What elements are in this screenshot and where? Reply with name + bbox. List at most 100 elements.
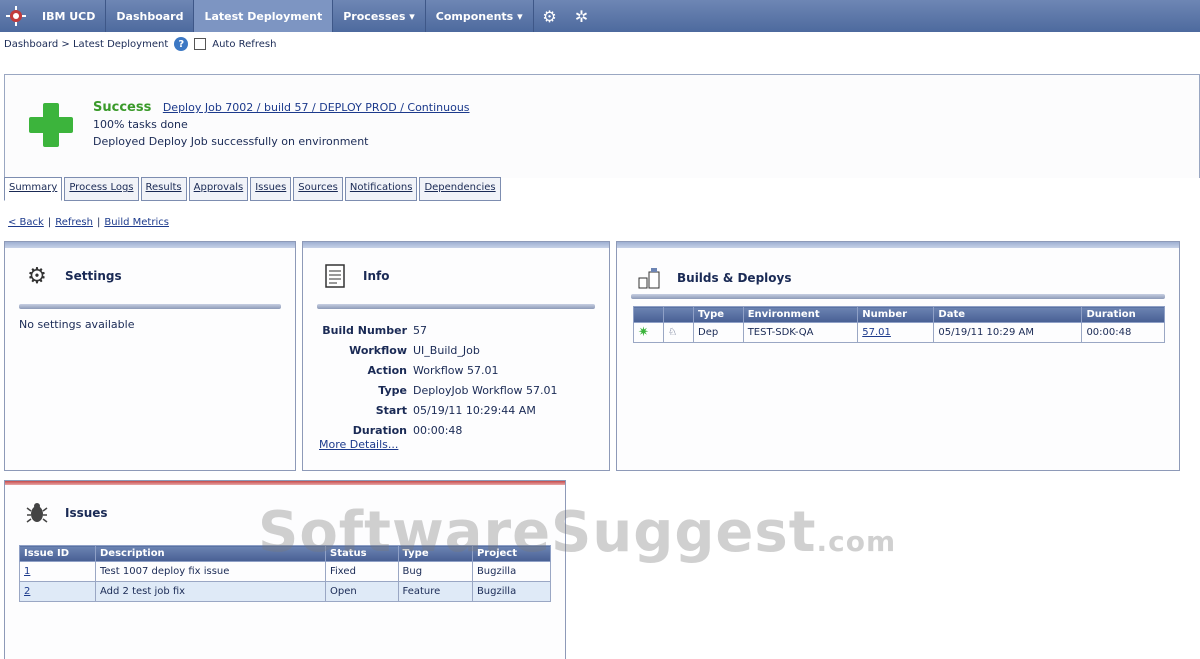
settings-title: Settings xyxy=(65,269,122,283)
info-key: Action xyxy=(367,363,407,377)
table-row[interactable]: ✷ ♘ Dep TEST-SDK-QA 57.01 05/19/11 10:29… xyxy=(633,322,1165,343)
nav-item-dashboard[interactable]: Dashboard xyxy=(106,0,195,32)
tab-results[interactable]: Results xyxy=(140,177,187,201)
build-number[interactable]: 57.01 xyxy=(857,322,935,343)
auto-refresh-checkbox[interactable] xyxy=(194,38,207,50)
info-title: Info xyxy=(363,269,390,283)
status-title: Success xyxy=(93,100,152,115)
nav-item-components[interactable]: Components ▾ xyxy=(426,0,534,32)
watermark-domain: .com xyxy=(816,525,897,558)
info-value: 57 xyxy=(413,323,427,337)
builds-table: Type Environment Number Date Duration ✷ … xyxy=(633,306,1165,343)
settings-portlet: ⚙ Settings No settings available xyxy=(4,241,296,471)
column-header xyxy=(633,306,664,323)
nav-item-home[interactable]: IBM UCD xyxy=(32,0,107,32)
deploy-icon: ♘ xyxy=(663,322,694,343)
watermark-text: SoftwareSuggest xyxy=(258,500,817,565)
bug-icon xyxy=(23,499,51,527)
nav-item-label: Dashboard xyxy=(116,9,184,23)
info-table: Build Number 57 Workflow UI_Build_Job Acti… xyxy=(317,320,563,440)
info-value: DeployJob Workflow 57.01 xyxy=(413,383,558,397)
info-value: 05/19/11 10:29:44 AM xyxy=(413,403,536,417)
tab-issues[interactable]: Issues xyxy=(250,177,292,201)
more-details-link[interactable]: More Details... xyxy=(319,438,398,451)
info-row: Build Number 57 xyxy=(317,320,563,340)
info-row: Type DeployJob Workflow 57.01 xyxy=(317,380,563,400)
build-type: Dep xyxy=(693,322,744,343)
issue-status: Open xyxy=(325,581,399,602)
info-value: Workflow 57.01 xyxy=(413,363,499,377)
column-header[interactable]: Duration xyxy=(1081,306,1165,323)
build-environment: TEST-SDK-QA xyxy=(742,322,859,343)
tab-sources[interactable]: Sources xyxy=(293,177,343,201)
issue-id[interactable]: 2 xyxy=(19,581,96,602)
chevron-down-icon: ▾ xyxy=(409,9,415,23)
nav-item-latest-deployment[interactable]: Latest Deployment xyxy=(194,0,334,32)
help-icon[interactable]: ✲ xyxy=(566,0,598,32)
info-value: UI_Build_Job xyxy=(413,343,480,357)
status-star-icon: ✷ xyxy=(633,322,664,343)
settings-empty-text: No settings available xyxy=(19,318,135,331)
chevron-down-icon: ▾ xyxy=(517,9,523,23)
info-key: Build Number xyxy=(322,323,407,337)
tab-summary[interactable]: Summary xyxy=(4,177,63,201)
issue-id[interactable]: 1 xyxy=(19,561,96,582)
info-row: Duration 00:00:48 xyxy=(317,420,563,440)
nav-item-label: Latest Deployment xyxy=(204,9,323,23)
column-header[interactable]: Date xyxy=(933,306,1083,323)
column-header xyxy=(663,306,694,323)
tab-approvals[interactable]: Approvals xyxy=(188,177,249,201)
column-header[interactable]: Environment xyxy=(742,306,859,323)
status-progress-text: 100% tasks done xyxy=(93,118,188,131)
info-value: 00:00:48 xyxy=(413,423,463,437)
issue-type: Feature xyxy=(397,581,473,602)
nav-item-label: Processes xyxy=(343,9,406,23)
nav-item-processes[interactable]: Processes ▾ xyxy=(333,0,426,32)
tab-bar: Summary Process Logs Results Approvals I… xyxy=(4,177,501,201)
tab-dependencies[interactable]: Dependencies xyxy=(419,177,501,201)
success-plus-icon xyxy=(27,101,75,149)
action-links: < Back | Refresh | Build Metrics xyxy=(8,217,169,228)
column-header[interactable]: Type xyxy=(693,306,744,323)
info-key: Type xyxy=(378,383,407,397)
info-row: Action Workflow 57.01 xyxy=(317,360,563,380)
build-date: 05/19/11 10:29 AM xyxy=(933,322,1083,343)
info-key: Workflow xyxy=(349,343,407,357)
issue-project: Bugzilla xyxy=(471,581,552,602)
settings-icon[interactable]: ⚙ xyxy=(534,0,566,32)
issue-description: Add 2 test job fix xyxy=(95,581,326,602)
column-header[interactable]: Number xyxy=(857,306,935,323)
nav-item-label: IBM UCD xyxy=(42,9,96,23)
status-description: Deployed Deploy Job successfully on envi… xyxy=(93,135,369,148)
tab-notifications[interactable]: Notifications xyxy=(344,177,418,201)
builds-title: Builds & Deploys xyxy=(677,271,792,285)
builds-icon xyxy=(635,264,663,292)
app-logo-icon[interactable] xyxy=(0,0,32,32)
top-nav-bar: IBM UCD Dashboard Latest Deployment Proc… xyxy=(0,0,1200,32)
auto-refresh-label: Auto Refresh xyxy=(212,38,277,50)
breadcrumb: Dashboard > Latest Deployment xyxy=(4,38,169,50)
help-icon[interactable]: ? xyxy=(174,37,189,51)
breadcrumb-row: Dashboard > Latest Deployment ? Auto Ref… xyxy=(4,36,276,52)
gear-icon: ⚙ xyxy=(27,263,47,289)
watermark: SoftwareSuggest.com xyxy=(258,500,896,565)
separator: | xyxy=(47,217,52,228)
info-portlet: Info Build Number 57 Workflow UI_Build_Job… xyxy=(302,241,610,471)
nav-item-label: Components xyxy=(435,9,514,23)
info-key: Start xyxy=(375,403,407,417)
info-row: Workflow UI_Build_Job xyxy=(317,340,563,360)
document-icon xyxy=(321,262,349,290)
build-metrics-link[interactable]: Build Metrics xyxy=(104,217,169,228)
table-header-row: Type Environment Number Date Duration xyxy=(633,306,1165,323)
tab-process-logs[interactable]: Process Logs xyxy=(64,177,139,201)
deploy-job-link[interactable]: Deploy Job 7002 / build 57 / DEPLOY PROD… xyxy=(163,101,470,114)
status-panel: Success Deploy Job 7002 / build 57 / DEP… xyxy=(4,74,1200,178)
back-link[interactable]: < Back xyxy=(8,217,44,228)
info-key: Duration xyxy=(352,423,407,437)
column-header[interactable]: Issue ID xyxy=(19,545,96,562)
builds-deploys-portlet: Builds & Deploys Type Environment Number… xyxy=(616,241,1180,471)
build-duration: 00:00:48 xyxy=(1081,322,1165,343)
table-row[interactable]: 2 Add 2 test job fix Open Feature Bugzil… xyxy=(19,581,552,602)
refresh-link[interactable]: Refresh xyxy=(55,217,93,228)
info-row: Start 05/19/11 10:29:44 AM xyxy=(317,400,563,420)
